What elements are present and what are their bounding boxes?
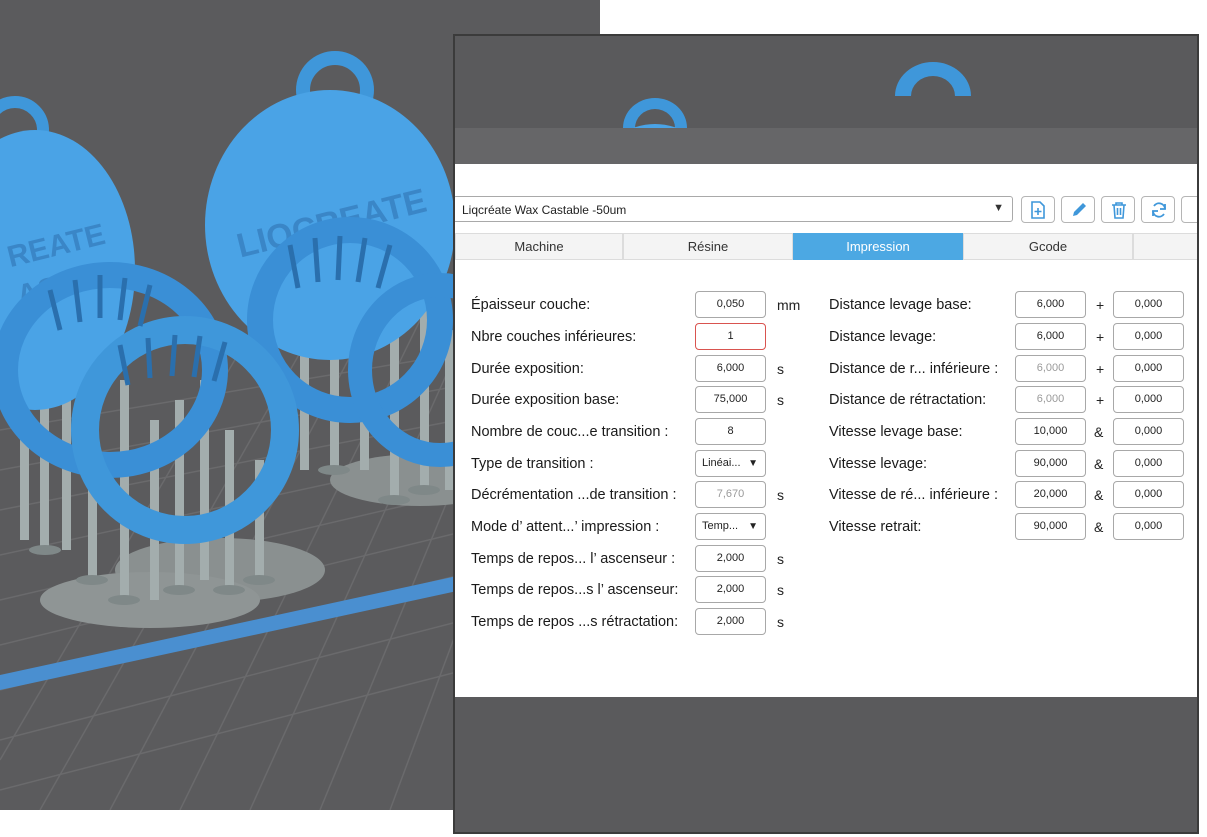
lift-speed-input[interactable]: 90,000 (1015, 450, 1086, 477)
lift-speed-extra-input[interactable]: 0,000 (1113, 450, 1184, 477)
print-settings-dialog: Liqcréate Wax Castable -50um ▼ Machine R… (453, 34, 1199, 834)
bottom-exposure-input[interactable]: 75,000 (695, 386, 766, 413)
chevron-down-icon: ▼ (748, 458, 758, 469)
lift-distance-op: + (1096, 329, 1105, 345)
new-profile-button[interactable] (1021, 196, 1055, 223)
retract-speed-label: Vitesse retrait: (829, 519, 922, 535)
wait-mode-value: Temp... (702, 520, 739, 532)
dialog-bottom-area (455, 697, 1197, 832)
bottom-lift-speed-extra-input[interactable]: 0,000 (1113, 418, 1184, 445)
bottom-retract-speed-label: Vitesse de ré... inférieure : (829, 487, 998, 503)
profile-select[interactable]: Liqcréate Wax Castable -50um ▼ (455, 196, 1013, 222)
tab-resine[interactable]: Résine (623, 233, 793, 260)
tab-gcode[interactable]: Gcode (963, 233, 1133, 260)
bottom-layers-label: Nbre couches inférieures: (471, 329, 637, 345)
profile-name: Liqcréate Wax Castable -50um (462, 203, 627, 217)
lift-speed-op: & (1094, 456, 1104, 472)
bottom-lift-distance-extra-input[interactable]: 0,000 (1113, 291, 1184, 318)
chevron-down-icon: ▼ (993, 202, 1004, 214)
layer-thickness-label: Épaisseur couche: (471, 297, 591, 313)
transition-type-value: Linéai... (702, 457, 741, 469)
bottom-retract-distance-extra-input[interactable]: 0,000 (1113, 355, 1184, 382)
transition-layers-input[interactable]: 8 (695, 418, 766, 445)
bottom-retract-distance-op: + (1096, 361, 1105, 377)
pencil-icon (1073, 203, 1086, 216)
bottom-retract-speed-input[interactable]: 20,000 (1015, 481, 1086, 508)
tab-more[interactable] (1133, 233, 1197, 260)
lift-distance-label: Distance levage: (829, 329, 937, 345)
layer-thickness-input[interactable]: 0,050 (695, 291, 766, 318)
layer-thickness-unit: mm (777, 297, 801, 313)
tab-impression[interactable]: Impression (793, 233, 963, 260)
lift-distance-input[interactable]: 6,000 (1015, 323, 1086, 350)
chevron-down-icon: ▼ (748, 521, 758, 532)
transition-type-label: Type de transition : (471, 456, 594, 472)
bottom-lift-distance-op: + (1096, 297, 1105, 313)
exposure-time-input[interactable]: 6,000 (695, 355, 766, 382)
rest-after-lift-unit: s (777, 582, 784, 598)
trash-icon (1112, 202, 1126, 219)
retract-speed-op: & (1094, 519, 1104, 535)
bottom-layers-input[interactable]: 1 (695, 323, 766, 350)
exposure-time-label: Durée exposition: (471, 361, 584, 377)
exposure-time-unit: s (777, 361, 784, 377)
rest-before-lift-unit: s (777, 551, 784, 567)
rest-before-lift-label: Temps de repos... l’ ascenseur : (471, 551, 676, 567)
retract-distance-input[interactable]: 6,000 (1015, 386, 1086, 413)
bottom-lift-speed-op: & (1094, 424, 1104, 440)
bottom-retract-distance-label: Distance de r... inférieure : (829, 361, 999, 377)
bottom-lift-distance-label: Distance levage base: (829, 297, 972, 313)
preview-strip (455, 128, 1197, 164)
bottom-retract-speed-extra-input[interactable]: 0,000 (1113, 481, 1184, 508)
edit-profile-button[interactable] (1061, 196, 1095, 223)
retract-speed-input[interactable]: 90,000 (1015, 513, 1086, 540)
bottom-lift-speed-input[interactable]: 10,000 (1015, 418, 1086, 445)
transition-layers-label: Nombre de couc...e transition : (471, 424, 669, 440)
transition-decrement-label: Décrémentation ...de transition : (471, 487, 677, 503)
rest-before-lift-input[interactable]: 2,000 (695, 545, 766, 572)
refresh-icon (1152, 202, 1166, 218)
dialog-preview-area (455, 36, 1197, 164)
settings-panel: Liqcréate Wax Castable -50um ▼ Machine R… (455, 164, 1197, 697)
medallion-large: LIQCREATE (205, 51, 455, 360)
bottom-exposure-unit: s (777, 392, 784, 408)
retract-distance-op: + (1096, 392, 1105, 408)
lift-speed-label: Vitesse levage: (829, 456, 928, 472)
rest-after-retract-input[interactable]: 2,000 (695, 608, 766, 635)
refresh-profile-button[interactable] (1141, 196, 1175, 223)
bottom-retract-speed-op: & (1094, 487, 1104, 503)
retract-speed-extra-input[interactable]: 0,000 (1113, 513, 1184, 540)
delete-profile-button[interactable] (1101, 196, 1135, 223)
rest-after-lift-input[interactable]: 2,000 (695, 576, 766, 603)
transition-decrement-unit: s (777, 487, 784, 503)
wait-mode-label: Mode d’ attent...’ impression : (471, 519, 660, 535)
rest-after-lift-label: Temps de repos...s l’ ascenseur: (471, 582, 679, 598)
tab-machine[interactable]: Machine (455, 233, 623, 260)
bottom-retract-distance-input[interactable]: 6,000 (1015, 355, 1086, 382)
retract-distance-extra-input[interactable]: 0,000 (1113, 386, 1184, 413)
bottom-lift-speed-label: Vitesse levage base: (829, 424, 963, 440)
new-file-icon (1031, 201, 1045, 219)
rest-after-retract-label: Temps de repos ...s rétractation: (471, 614, 679, 630)
extra-tool-button[interactable] (1181, 196, 1197, 223)
transition-type-select[interactable]: Linéai... ▼ (695, 450, 766, 477)
bottom-exposure-label: Durée exposition base: (471, 392, 620, 408)
rest-after-retract-unit: s (777, 614, 784, 630)
transition-decrement-input[interactable]: 7,670 (695, 481, 766, 508)
wait-mode-select[interactable]: Temp... ▼ (695, 513, 766, 540)
lift-distance-extra-input[interactable]: 0,000 (1113, 323, 1184, 350)
retract-distance-label: Distance de rétractation: (829, 392, 987, 408)
bottom-lift-distance-input[interactable]: 6,000 (1015, 291, 1086, 318)
